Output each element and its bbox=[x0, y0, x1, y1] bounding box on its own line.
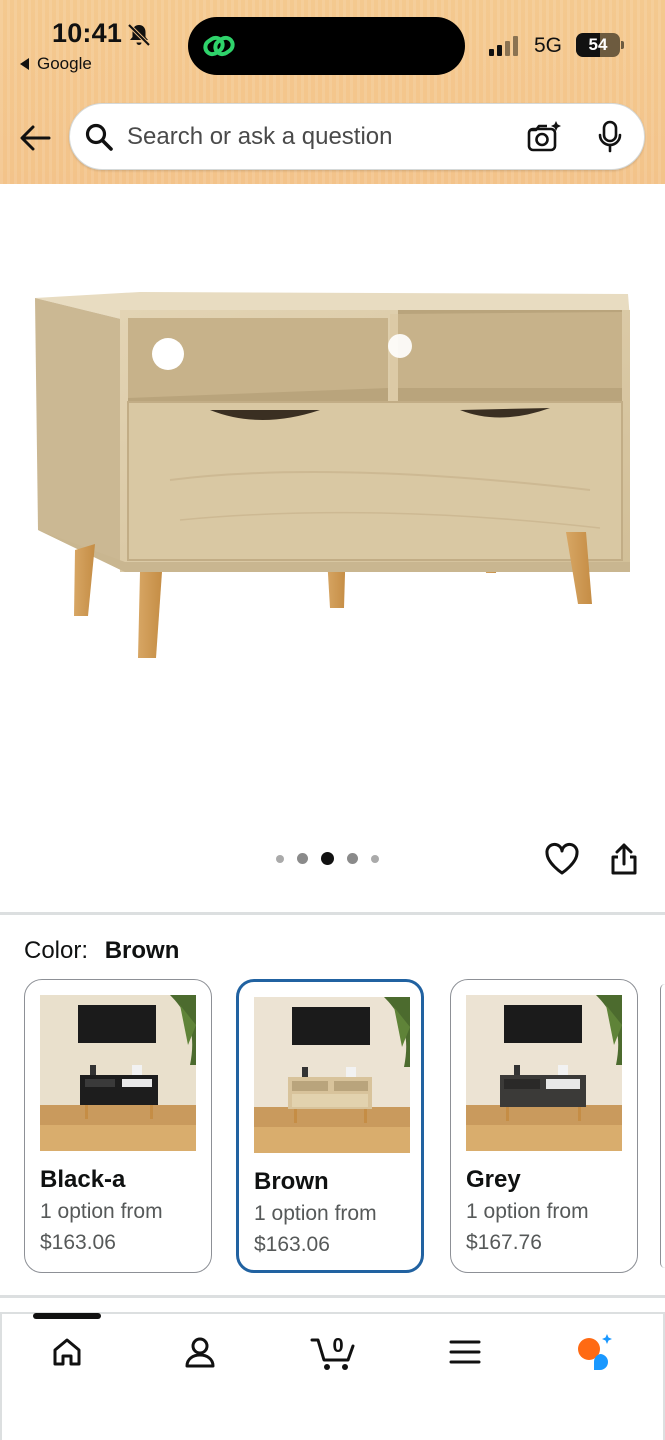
swatch-availability: 1 option from bbox=[254, 1202, 377, 1225]
back-app-label: Google bbox=[37, 54, 92, 73]
color-swatch-next-peek[interactable] bbox=[660, 984, 665, 1268]
home-icon bbox=[53, 1338, 81, 1366]
network-type: 5G bbox=[534, 34, 563, 57]
app-header: 10:41 Google 5G 54 bbox=[0, 0, 665, 184]
cart-icon: 0 bbox=[310, 1335, 355, 1370]
swatch-price: $163.06 bbox=[40, 1231, 116, 1254]
swatch-thumbnail bbox=[466, 995, 622, 1151]
carousel-dot[interactable] bbox=[371, 854, 379, 863]
nav-menu-button[interactable] bbox=[441, 1330, 489, 1374]
search-bar[interactable] bbox=[69, 103, 645, 170]
status-time: 10:41 bbox=[52, 18, 123, 48]
search-input[interactable] bbox=[127, 118, 507, 156]
carousel-dot-active[interactable] bbox=[321, 852, 334, 865]
swatch-name: Black-a bbox=[40, 1166, 126, 1193]
carousel-dot[interactable] bbox=[276, 854, 284, 863]
search-icon bbox=[85, 123, 113, 151]
nav-cart-button[interactable]: 0 bbox=[306, 1330, 362, 1374]
carousel-dot[interactable] bbox=[347, 853, 358, 864]
link-rings-icon bbox=[203, 35, 235, 57]
nav-home-button[interactable] bbox=[43, 1330, 91, 1374]
person-icon bbox=[185, 1337, 215, 1368]
hamburger-menu-icon bbox=[449, 1340, 481, 1364]
nav-account-button[interactable] bbox=[176, 1330, 224, 1374]
active-tab-indicator bbox=[33, 1313, 101, 1319]
nav-rufus-button[interactable] bbox=[572, 1330, 620, 1374]
swatch-name: Brown bbox=[254, 1168, 329, 1195]
image-carousel-dots[interactable] bbox=[276, 852, 379, 865]
carousel-dot[interactable] bbox=[297, 853, 308, 864]
section-divider bbox=[0, 1295, 665, 1298]
swatch-availability: 1 option from bbox=[466, 1200, 589, 1223]
swatch-thumbnail bbox=[254, 997, 410, 1153]
selected-color: Brown bbox=[104, 937, 180, 964]
cellular-signal-icon bbox=[489, 36, 518, 56]
swatch-price: $167.76 bbox=[466, 1231, 542, 1254]
color-swatch-black[interactable]: Black-a 1 option from $163.06 bbox=[24, 979, 212, 1273]
cart-count: 0 bbox=[332, 1335, 343, 1357]
battery-body: 54 bbox=[576, 33, 620, 57]
rufus-assistant-icon bbox=[578, 1334, 612, 1370]
share-icon[interactable] bbox=[608, 842, 640, 876]
swatch-thumbnail bbox=[40, 995, 196, 1151]
color-swatch-brown[interactable]: Brown 1 option from $163.06 bbox=[236, 979, 424, 1273]
section-divider bbox=[0, 912, 665, 915]
color-variation-label: Color: Brown bbox=[24, 937, 179, 965]
dynamic-island bbox=[188, 17, 465, 75]
heart-icon[interactable] bbox=[544, 842, 580, 876]
battery-percent: 54 bbox=[588, 35, 608, 54]
product-image[interactable] bbox=[30, 280, 634, 670]
camera-search-icon[interactable] bbox=[526, 120, 562, 154]
back-triangle-icon bbox=[20, 58, 29, 70]
swatch-availability: 1 option from bbox=[40, 1200, 163, 1223]
battery-indicator: 54 bbox=[576, 33, 624, 57]
back-arrow-icon[interactable] bbox=[18, 122, 52, 154]
silent-bell-icon bbox=[127, 23, 151, 47]
swatch-name: Grey bbox=[466, 1166, 521, 1193]
microphone-icon[interactable] bbox=[597, 120, 623, 154]
battery-tip bbox=[621, 41, 624, 49]
swatch-price: $163.06 bbox=[254, 1233, 330, 1256]
color-swatch-grey[interactable]: Grey 1 option from $167.76 bbox=[450, 979, 638, 1273]
back-to-app-link[interactable]: Google bbox=[20, 54, 92, 74]
color-label: Color: bbox=[24, 937, 89, 964]
